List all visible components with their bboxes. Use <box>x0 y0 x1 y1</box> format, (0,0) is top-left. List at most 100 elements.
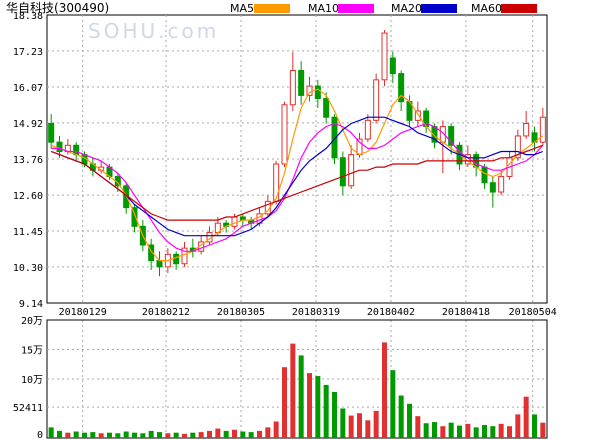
candle-body <box>389 57 396 75</box>
candle-body <box>381 32 388 81</box>
volume-bar <box>373 410 379 438</box>
volume-bar <box>365 420 371 438</box>
date-tick-label: 20180504 <box>509 307 557 318</box>
volume-bar <box>215 428 221 438</box>
volume-bar <box>240 431 246 438</box>
candle-body <box>306 85 313 96</box>
volume-bar <box>273 421 279 438</box>
volume-bar <box>107 432 112 438</box>
volume-tick-label: 20万 <box>21 316 43 327</box>
volume-bar <box>515 414 521 438</box>
candle-body <box>314 85 321 100</box>
candle-body <box>273 163 280 202</box>
ma-line-ma5 <box>50 88 544 262</box>
candle-body <box>173 253 180 265</box>
volume-bar <box>265 427 271 438</box>
date-tick-label: 20180129 <box>59 307 107 318</box>
volume-bar <box>357 413 362 438</box>
volume-bar <box>465 423 471 438</box>
volume-bar <box>440 426 446 438</box>
volume-bar <box>257 430 262 438</box>
price-tick-label: 9.14 <box>19 299 43 310</box>
candle-body <box>481 166 488 184</box>
legend-label-ma5: MA5 <box>230 2 254 15</box>
volume-bar <box>415 416 421 438</box>
volume-bar <box>248 432 254 438</box>
candle-body <box>231 216 238 227</box>
volume-bar <box>340 408 346 438</box>
volume-bar <box>157 432 162 438</box>
volume-bar <box>507 426 512 438</box>
candle-body <box>339 157 346 187</box>
volume-bar <box>423 423 429 438</box>
volume-bar <box>307 373 312 438</box>
date-tick-label: 20180319 <box>292 307 340 318</box>
legend-swatch-ma5 <box>254 4 290 13</box>
volume-bar <box>65 432 71 438</box>
price-tick-label: 12.60 <box>13 191 43 202</box>
volume-bar <box>473 427 479 438</box>
candlesticks <box>48 29 546 277</box>
date-tick-label: 20180305 <box>217 307 265 318</box>
price-tick-label: 16.07 <box>13 83 43 94</box>
volume-bar <box>315 376 321 438</box>
volume-bar <box>407 403 412 438</box>
volume-bar <box>115 433 121 438</box>
legend-label-ma60: MA60 <box>471 2 502 15</box>
candle-body <box>373 79 380 121</box>
legend-label-ma20: MA20 <box>391 2 422 15</box>
volume-bar <box>332 391 337 438</box>
price-tick-label: 13.76 <box>13 155 43 166</box>
volume-tick-label: 10万 <box>21 375 43 386</box>
candle-body <box>323 98 330 118</box>
candle-body <box>364 119 371 140</box>
price-tick-label: 18.38 <box>13 11 43 22</box>
volume-bar <box>390 370 396 438</box>
volume-bar <box>207 430 212 438</box>
candle-body <box>48 122 55 143</box>
volume-tick-label: 52411 <box>13 403 43 414</box>
legend-label-ma10: MA10 <box>308 2 339 15</box>
candle-body <box>156 260 163 268</box>
volume-bar <box>223 430 229 438</box>
volume-bar <box>398 395 404 438</box>
candle-body <box>498 175 505 193</box>
volume-tick-label: 15万 <box>21 346 43 357</box>
date-tick-label: 20180402 <box>367 307 415 318</box>
volume-bar <box>182 433 187 438</box>
watermark: SOHU.com <box>88 19 219 43</box>
volume-bar <box>282 367 287 438</box>
legend-swatch-ma20 <box>421 4 457 13</box>
volume-bar <box>173 432 179 438</box>
price-tick-label: 17.23 <box>13 47 43 58</box>
volume-bar <box>48 427 54 438</box>
price-tick-label: 11.45 <box>13 227 43 238</box>
price-tick-label: 14.92 <box>13 119 43 130</box>
volume-bar <box>540 422 546 438</box>
volume-tick-label: 0 <box>37 430 43 440</box>
volume-bar <box>482 425 487 438</box>
candle-body <box>523 122 530 137</box>
volume-bar <box>432 422 437 438</box>
date-tick-label: 20180418 <box>442 307 490 318</box>
volume-bars <box>48 342 546 438</box>
stock-chart: 华自科技(300490) SOHU.com MA5 MA10 MA20 MA60 18… <box>6 1 557 440</box>
price-axis: 18.38 17.23 16.07 14.92 13.76 12.60 11.45 10.30… <box>13 11 43 310</box>
candle-body <box>73 144 80 156</box>
volume-grid <box>47 349 547 408</box>
candle-body <box>348 154 355 187</box>
stock-code: (300490) <box>54 1 109 15</box>
price-tick-label: 10.30 <box>13 263 43 274</box>
legend: MA5 MA10 MA20 MA60 <box>230 2 537 15</box>
volume-bar <box>448 422 454 438</box>
volume-bar <box>165 433 171 438</box>
volume-bar <box>73 431 79 438</box>
candle-body <box>539 116 546 143</box>
volume-bar <box>98 433 104 438</box>
volume-axis: 20万 15万 10万 52411 0 <box>13 316 43 440</box>
legend-swatch-ma10 <box>338 4 374 13</box>
volume-bar <box>323 384 329 438</box>
price-grid <box>47 15 547 438</box>
volume-bar <box>382 342 387 438</box>
candle-body <box>281 104 288 165</box>
